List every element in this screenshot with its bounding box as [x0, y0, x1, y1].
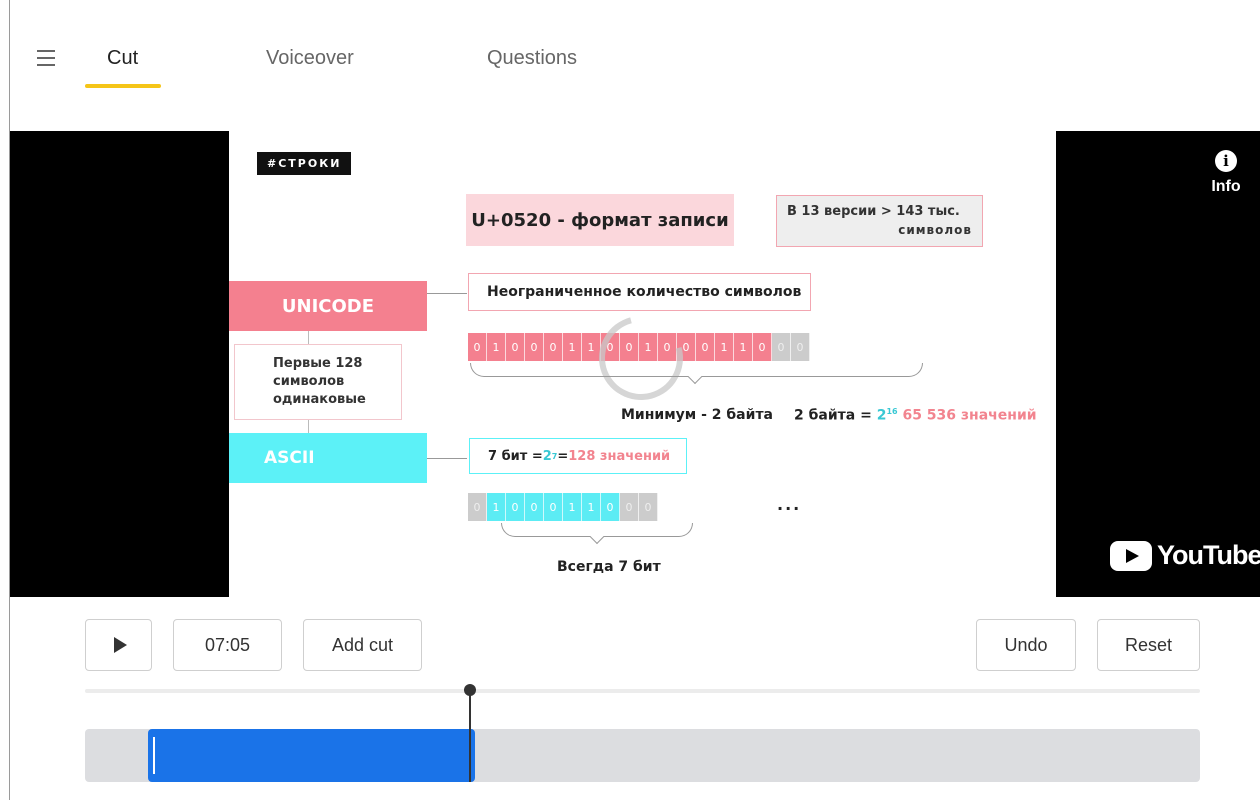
tab-voiceover[interactable]: Voiceover [266, 47, 354, 70]
unicode-bit: 1 [715, 333, 734, 361]
unicode-bit: 0 [753, 333, 772, 361]
seven-eq: = [557, 448, 569, 464]
unicode-bit: 0 [506, 333, 525, 361]
unicode-bit: 0 [772, 333, 791, 361]
ascii-bit: 0 [544, 493, 563, 521]
vertical-connector [308, 420, 309, 433]
cut-start-handle[interactable] [153, 737, 155, 774]
ascii-bit: 1 [487, 493, 506, 521]
playhead-handle[interactable] [464, 684, 476, 696]
youtube-logo[interactable]: YouTube [1110, 540, 1260, 571]
active-tab-indicator [85, 84, 161, 88]
unicode-bit: 0 [468, 333, 487, 361]
seven-bit-note: 7 бит = 27 = 128 значений [469, 438, 687, 474]
ascii-bit: 1 [582, 493, 601, 521]
info-button[interactable]: i Info [1202, 150, 1250, 196]
ascii-bit: 0 [639, 493, 658, 521]
two-exp: 16 [886, 407, 898, 416]
first-128-line: одинаковые [273, 392, 366, 407]
info-label: Info [1211, 178, 1241, 195]
hamburger-menu-icon[interactable] [37, 50, 55, 66]
playhead-line [469, 690, 471, 782]
loading-spinner-icon [583, 300, 699, 416]
two-bytes-values: 65 536 значений [902, 407, 1037, 424]
info-icon: i [1215, 150, 1237, 172]
first-128-note: Первые 128 символов одинаковые [234, 344, 402, 420]
reset-button[interactable]: Reset [1097, 619, 1200, 671]
min-bytes-label: Минимум - 2 байта [621, 407, 774, 423]
undo-button[interactable]: Undo [976, 619, 1076, 671]
unicode-bit: 0 [791, 333, 810, 361]
add-cut-button[interactable]: Add cut [303, 619, 422, 671]
version-note-line2: символов [898, 223, 972, 237]
unicode-bit: 1 [487, 333, 506, 361]
two-bytes-prefix: 2 байта = [794, 407, 877, 424]
video-player[interactable]: #СТРОКИ U+0520 - формат записи В 13 верс… [10, 131, 1260, 597]
seven-pow: 2 [542, 448, 552, 464]
unicode-bit: 1 [563, 333, 582, 361]
two-bytes-label: 2 байта = 216 65 536 значений [794, 407, 1037, 424]
format-note: U+0520 - формат записи [466, 194, 734, 246]
two-pow: 2 [876, 407, 887, 424]
vertical-connector [308, 331, 309, 344]
tab-cut[interactable]: Cut [107, 47, 138, 70]
unicode-bit: 1 [734, 333, 753, 361]
ascii-bit: 0 [620, 493, 639, 521]
seven-values: 128 значений [568, 448, 671, 464]
ascii-bit-row: 0100011000 [468, 493, 658, 521]
play-icon [113, 637, 127, 653]
tab-questions[interactable]: Questions [487, 47, 577, 70]
unicode-bit: 0 [525, 333, 544, 361]
bits-ellipsis: ... [777, 495, 802, 514]
first-128-line: Первые 128 [273, 356, 363, 371]
connector-line [427, 458, 467, 459]
unlimited-note: Неограниченное количество символов [468, 273, 811, 311]
unicode-label: UNICODE [229, 281, 427, 331]
cut-segment[interactable] [148, 729, 475, 782]
slide-hashtag: #СТРОКИ [257, 152, 352, 175]
version-note-line1: В 13 версии > 143 тыс. [787, 204, 960, 219]
version-note: В 13 версии > 143 тыс. символов [776, 195, 983, 247]
ascii-bit: 0 [468, 493, 487, 521]
ascii-bit: 0 [601, 493, 620, 521]
time-display[interactable]: 07:05 [173, 619, 282, 671]
unicode-bit: 0 [696, 333, 715, 361]
ascii-bit: 0 [506, 493, 525, 521]
first-128-line: символов [273, 374, 345, 389]
always-seven-bits-label: Всегда 7 бит [557, 559, 661, 575]
play-button[interactable] [85, 619, 152, 671]
ascii-label: ASCII [229, 433, 427, 483]
unicode-bit: 0 [544, 333, 563, 361]
seven-bit-prefix: 7 бит = [488, 448, 543, 464]
video-frame: #СТРОКИ U+0520 - формат записи В 13 верс… [229, 131, 1056, 597]
youtube-logo-icon [1110, 540, 1152, 571]
scrubber-track[interactable] [85, 689, 1200, 693]
connector-line [427, 293, 467, 294]
youtube-label: YouTube [1157, 540, 1260, 570]
ascii-bit: 0 [525, 493, 544, 521]
ascii-bit: 1 [563, 493, 582, 521]
